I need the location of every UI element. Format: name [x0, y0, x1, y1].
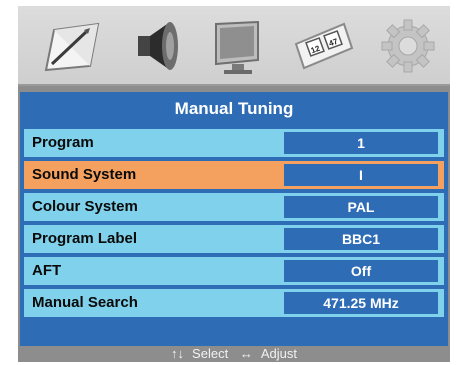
up-down-arrows-icon: ↑↓ — [171, 346, 185, 361]
menu-row-sound-system[interactable]: Sound System I — [24, 161, 444, 189]
panel-title: Manual Tuning — [174, 99, 294, 118]
footer-hints: ↑↓ Select ↔ Adjust — [18, 346, 450, 362]
row-label: Program Label — [32, 230, 138, 247]
row-label: Program — [32, 134, 94, 151]
sound-icon[interactable] — [124, 14, 188, 78]
menu-row-colour-system[interactable]: Colour System PAL — [24, 193, 444, 221]
adjust-hint: Adjust — [260, 346, 297, 361]
setup-gear-icon[interactable] — [376, 14, 440, 78]
row-value[interactable]: 471.25 MHz — [284, 292, 438, 314]
row-label: Sound System — [32, 166, 137, 183]
menu-icon-bar: 12 47 — [18, 6, 450, 86]
clock-icon[interactable]: 12 47 — [292, 14, 356, 78]
menu-row-program[interactable]: Program 1 — [24, 129, 444, 157]
row-label: Colour System — [32, 198, 138, 215]
menu-row-manual-search[interactable]: Manual Search 471.25 MHz — [24, 289, 444, 317]
row-value[interactable]: 1 — [284, 132, 438, 154]
left-right-arrows-icon: ↔ — [239, 346, 253, 361]
osd-menu: 12 47 Manual Tuning Program 1 Sound Syst… — [18, 6, 450, 362]
manual-tuning-panel: Manual Tuning Program 1 Sound System I C… — [20, 92, 448, 346]
row-value[interactable]: BBC1 — [284, 228, 438, 250]
menu-row-aft[interactable]: AFT Off — [24, 257, 444, 285]
row-value[interactable]: Off — [284, 260, 438, 282]
picture-icon[interactable] — [40, 14, 104, 78]
row-label: Manual Search — [32, 294, 138, 311]
select-hint: Select — [192, 346, 229, 361]
row-label: AFT — [32, 262, 62, 279]
tv-icon[interactable] — [206, 14, 270, 78]
row-value[interactable]: I — [284, 164, 438, 186]
menu-row-program-label[interactable]: Program Label BBC1 — [24, 225, 444, 253]
row-value[interactable]: PAL — [284, 196, 438, 218]
